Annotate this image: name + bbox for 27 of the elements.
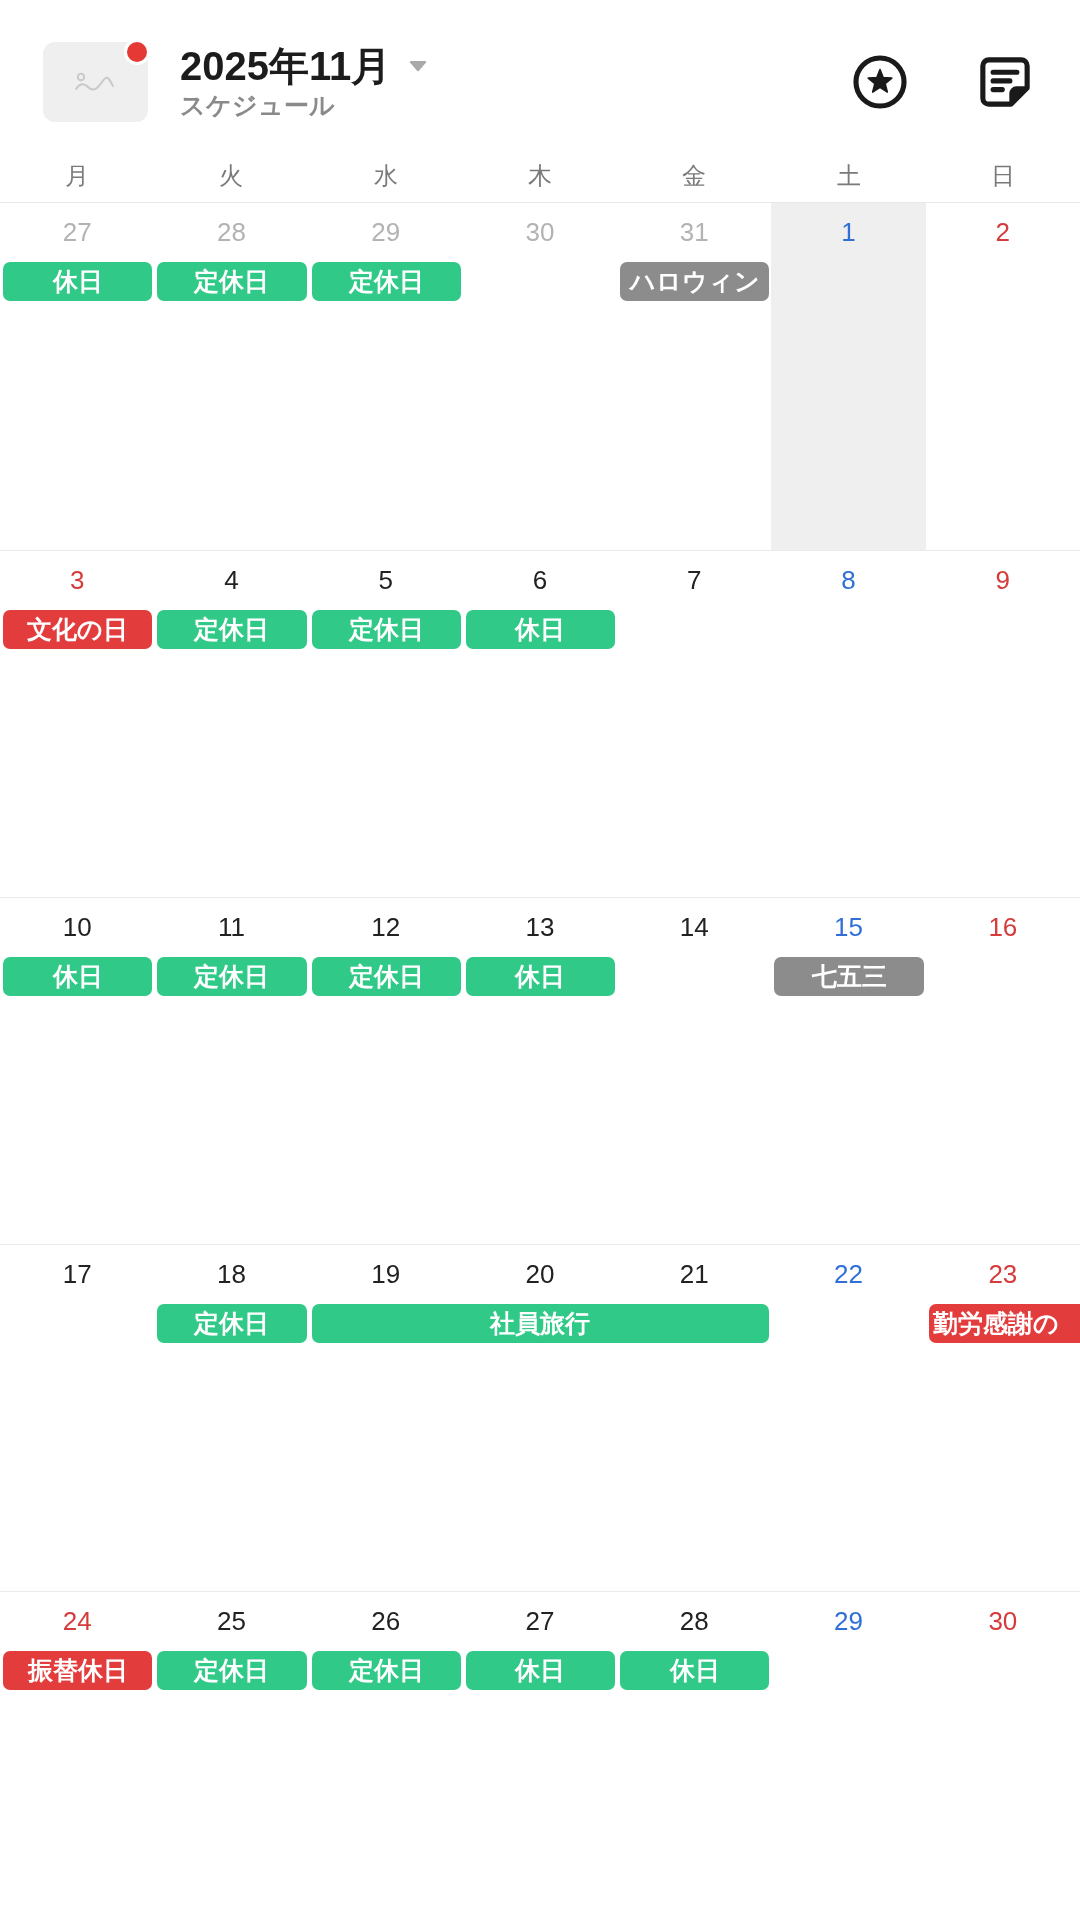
weekday-label: 木 (528, 161, 552, 191)
day-cell[interactable]: 1 (771, 203, 926, 550)
day-cell[interactable]: 9 (925, 551, 1080, 897)
note-icon[interactable] (978, 55, 1032, 109)
month-title: 2025年11月 (180, 43, 392, 89)
day-cell[interactable]: 7 (617, 551, 772, 897)
day-cell[interactable]: 30 (925, 1592, 1080, 1927)
day-cell[interactable]: 8 (771, 551, 926, 897)
image-placeholder-icon (43, 42, 148, 122)
event-tag[interactable]: 振替休日 (3, 1651, 153, 1690)
day-cell[interactable]: 2 (925, 203, 1080, 550)
day-cell[interactable]: 29 (771, 1592, 926, 1927)
event-tag[interactable]: 勤労感謝の (928, 1304, 1080, 1343)
day-cell[interactable]: 22 (771, 1245, 926, 1591)
weekday-label: 日 (990, 161, 1015, 191)
weekday-label: 水 (373, 161, 398, 191)
day-cell[interactable]: 14 (617, 898, 772, 1244)
weekday-label: 月 (65, 161, 90, 191)
weekday-label: 金 (682, 161, 707, 191)
calendar-subtitle: スケジュール (180, 90, 335, 121)
weekday-label: 火 (219, 161, 244, 191)
day-cell[interactable]: 16 (925, 898, 1080, 1244)
event-tag[interactable]: 文化の日 (3, 610, 153, 649)
event-tag[interactable]: 七五三 (774, 957, 924, 996)
day-cell[interactable]: 17 (0, 1245, 155, 1591)
event-tag[interactable]: ハロウィン (620, 262, 770, 301)
weekday-label: 土 (836, 161, 861, 191)
